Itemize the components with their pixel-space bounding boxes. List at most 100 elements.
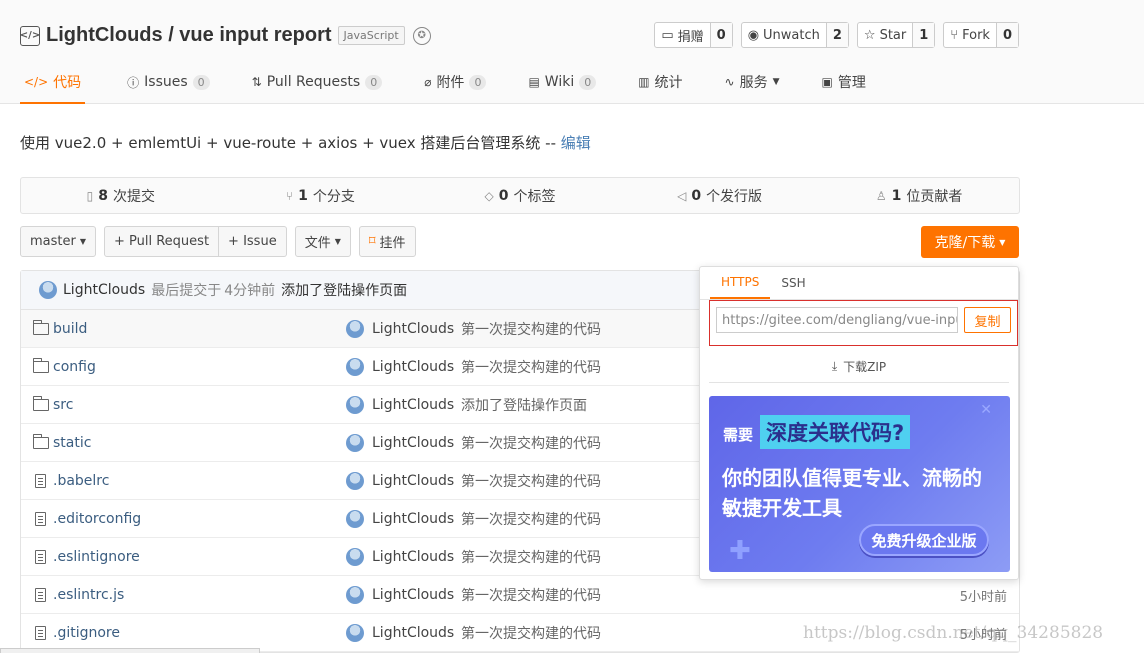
tab-code-label: 代码 xyxy=(53,75,82,91)
file-author-name[interactable]: LightClouds xyxy=(372,321,454,337)
upgrade-enterprise-button[interactable]: 免费升级企业版 xyxy=(859,524,989,556)
new-issue-button[interactable]: + Issue xyxy=(219,226,287,257)
repo-tabs: </> 代码 ⓘ Issues 0 ⇅ Pull Requests 0 ⌀ 附件 0 ▤ Wik… xyxy=(20,62,908,104)
tab-wiki[interactable]: ▤ Wiki 0 xyxy=(528,62,597,102)
recommend-badge-icon[interactable]: ✪ xyxy=(412,26,431,45)
avatar[interactable] xyxy=(346,434,364,452)
close-decoration-icon: ✕ xyxy=(980,402,992,418)
file-name-text[interactable]: .babelrc xyxy=(53,473,109,489)
file-name[interactable]: static xyxy=(33,424,91,462)
eye-icon: ◉ xyxy=(747,27,760,43)
fork-button[interactable]: ⑂ Fork 0 xyxy=(943,22,1019,48)
avatar[interactable] xyxy=(346,586,364,604)
file-menu-button[interactable]: 文件 ▼ xyxy=(294,226,351,257)
clone-dropdown: HTTPS SSH https://gitee.com/dengliang/vu… xyxy=(699,266,1019,580)
file-name-text[interactable]: .eslintrc.js xyxy=(53,587,124,603)
last-commit-message[interactable]: 添加了登陆操作页面 xyxy=(281,280,407,300)
horizontal-scrollbar[interactable] xyxy=(0,648,260,653)
file-commit-message[interactable]: 第一次提交构建的代码 xyxy=(461,576,601,614)
avatar[interactable] xyxy=(346,320,364,338)
donate-button[interactable]: ▭ 捐赠 0 xyxy=(654,22,733,48)
stat-commits-label: 次提交 xyxy=(112,188,155,205)
file-name[interactable]: src xyxy=(33,386,73,424)
file-author-name[interactable]: LightClouds xyxy=(372,359,454,375)
avatar[interactable] xyxy=(346,624,364,642)
stat-tags[interactable]: ◇ 0 个标签 xyxy=(420,178,620,213)
avatar[interactable] xyxy=(39,281,57,299)
language-badge[interactable]: JavaScript xyxy=(337,26,405,45)
file-author-name[interactable]: LightClouds xyxy=(372,587,454,603)
file-author-name[interactable]: LightClouds xyxy=(372,435,454,451)
file-name-text[interactable]: .gitignore xyxy=(53,625,120,641)
pull-request-icon: ⇅ xyxy=(251,75,262,89)
file-name-text[interactable]: static xyxy=(53,435,91,451)
file-author: LightClouds xyxy=(346,386,454,424)
tab-code[interactable]: </> 代码 xyxy=(20,62,86,104)
file-author: LightClouds xyxy=(346,462,454,500)
file-name-text[interactable]: config xyxy=(53,359,96,375)
copy-button[interactable]: 复制 xyxy=(964,307,1011,333)
download-zip-link[interactable]: ⤓ 下载ZIP xyxy=(709,351,1009,383)
avatar[interactable] xyxy=(346,510,364,528)
branch-icon: ⑂ xyxy=(285,188,294,203)
file-name[interactable]: .editorconfig xyxy=(33,500,141,538)
file-author-name[interactable]: LightClouds xyxy=(372,549,454,565)
stat-contributors[interactable]: ♙ 1 位贡献者 xyxy=(819,178,1019,213)
file-commit-message[interactable]: 添加了登陆操作页面 xyxy=(461,386,587,424)
file-name-text[interactable]: .editorconfig xyxy=(53,511,141,527)
file-name[interactable]: config xyxy=(33,348,96,386)
file-commit-message[interactable]: 第一次提交构建的代码 xyxy=(461,310,601,348)
widget-button[interactable]: ⌑ 挂件 xyxy=(358,226,416,257)
table-row[interactable]: .eslintrc.js LightClouds 第一次提交构建的代码 5小时前 xyxy=(21,576,1019,614)
file-commit-message[interactable]: 第一次提交构建的代码 xyxy=(461,348,601,386)
new-pull-request-button[interactable]: + Pull Request xyxy=(104,226,220,257)
avatar[interactable] xyxy=(346,396,364,414)
file-author-name[interactable]: LightClouds xyxy=(372,397,454,413)
stat-branches[interactable]: ⑂ 1 个分支 xyxy=(221,178,421,213)
file-name-text[interactable]: build xyxy=(53,321,87,337)
file-commit-message[interactable]: 第一次提交构建的代码 xyxy=(461,424,601,462)
star-button[interactable]: ☆ Star 1 xyxy=(856,22,936,48)
tab-https[interactable]: HTTPS xyxy=(710,267,771,299)
tab-attachments[interactable]: ⌀ 附件 0 xyxy=(424,62,487,102)
avatar[interactable] xyxy=(346,548,364,566)
enterprise-promo-banner[interactable]: 需要 深度关联代码? 你的团队值得更专业、流畅的 敏捷开发工具 ✚ ✕ 免费升级… xyxy=(709,396,1010,572)
file-author-name[interactable]: LightClouds xyxy=(372,511,454,527)
tab-stats[interactable]: ▥ 统计 xyxy=(638,62,682,102)
clone-url-input[interactable]: https://gitee.com/dengliang/vue-input xyxy=(716,307,958,333)
file-name[interactable]: .eslintrc.js xyxy=(33,576,124,614)
file-commit-message[interactable]: 第一次提交构建的代码 xyxy=(461,538,601,576)
tab-pull-requests[interactable]: ⇅ Pull Requests 0 xyxy=(252,62,383,102)
avatar[interactable] xyxy=(346,472,364,490)
file-author-name[interactable]: LightClouds xyxy=(372,473,454,489)
tab-service[interactable]: ∿ 服务 ▼ xyxy=(725,62,780,102)
tab-issues[interactable]: ⓘ Issues 0 xyxy=(127,62,210,102)
file-name-text[interactable]: src xyxy=(53,397,73,413)
repo-title[interactable]: LightClouds / vue input report xyxy=(46,24,332,47)
file-commit-message[interactable]: 第一次提交构建的代码 xyxy=(461,614,601,652)
last-commit-author[interactable]: LightClouds xyxy=(63,282,145,298)
file-name[interactable]: .gitignore xyxy=(33,614,120,652)
stat-tags-num: 0 xyxy=(498,187,509,204)
tab-manage[interactable]: ▣ 管理 xyxy=(822,62,866,102)
file-name[interactable]: .babelrc xyxy=(33,462,109,500)
clone-download-button[interactable]: 克隆/下载 ▼ xyxy=(921,226,1019,258)
edit-description-link[interactable]: 编辑 xyxy=(561,134,591,152)
tab-wiki-label: Wiki xyxy=(544,74,575,90)
file-commit-message[interactable]: 第一次提交构建的代码 xyxy=(461,500,601,538)
chevron-down-icon: ▼ xyxy=(334,237,341,246)
avatar[interactable] xyxy=(346,358,364,376)
stat-releases[interactable]: ◁ 0 个发行版 xyxy=(620,178,820,213)
file-name-text[interactable]: .eslintignore xyxy=(53,549,140,565)
branch-select[interactable]: master ▼ xyxy=(20,226,96,257)
unwatch-button[interactable]: ◉ Unwatch 2 xyxy=(740,22,849,48)
file-name[interactable]: .eslintignore xyxy=(33,538,140,576)
tab-ssh[interactable]: SSH xyxy=(770,267,816,299)
file-author-name[interactable]: LightClouds xyxy=(372,625,454,641)
watermark: https://blog.csdn.net/qq_34285828 xyxy=(803,623,1104,643)
file-commit-message[interactable]: 第一次提交构建的代码 xyxy=(461,462,601,500)
issues-icon: ⓘ xyxy=(127,75,140,90)
stat-tags-label: 个标签 xyxy=(513,188,556,205)
file-name[interactable]: build xyxy=(33,310,87,348)
stat-commits[interactable]: ▯ 8 次提交 xyxy=(21,178,221,213)
